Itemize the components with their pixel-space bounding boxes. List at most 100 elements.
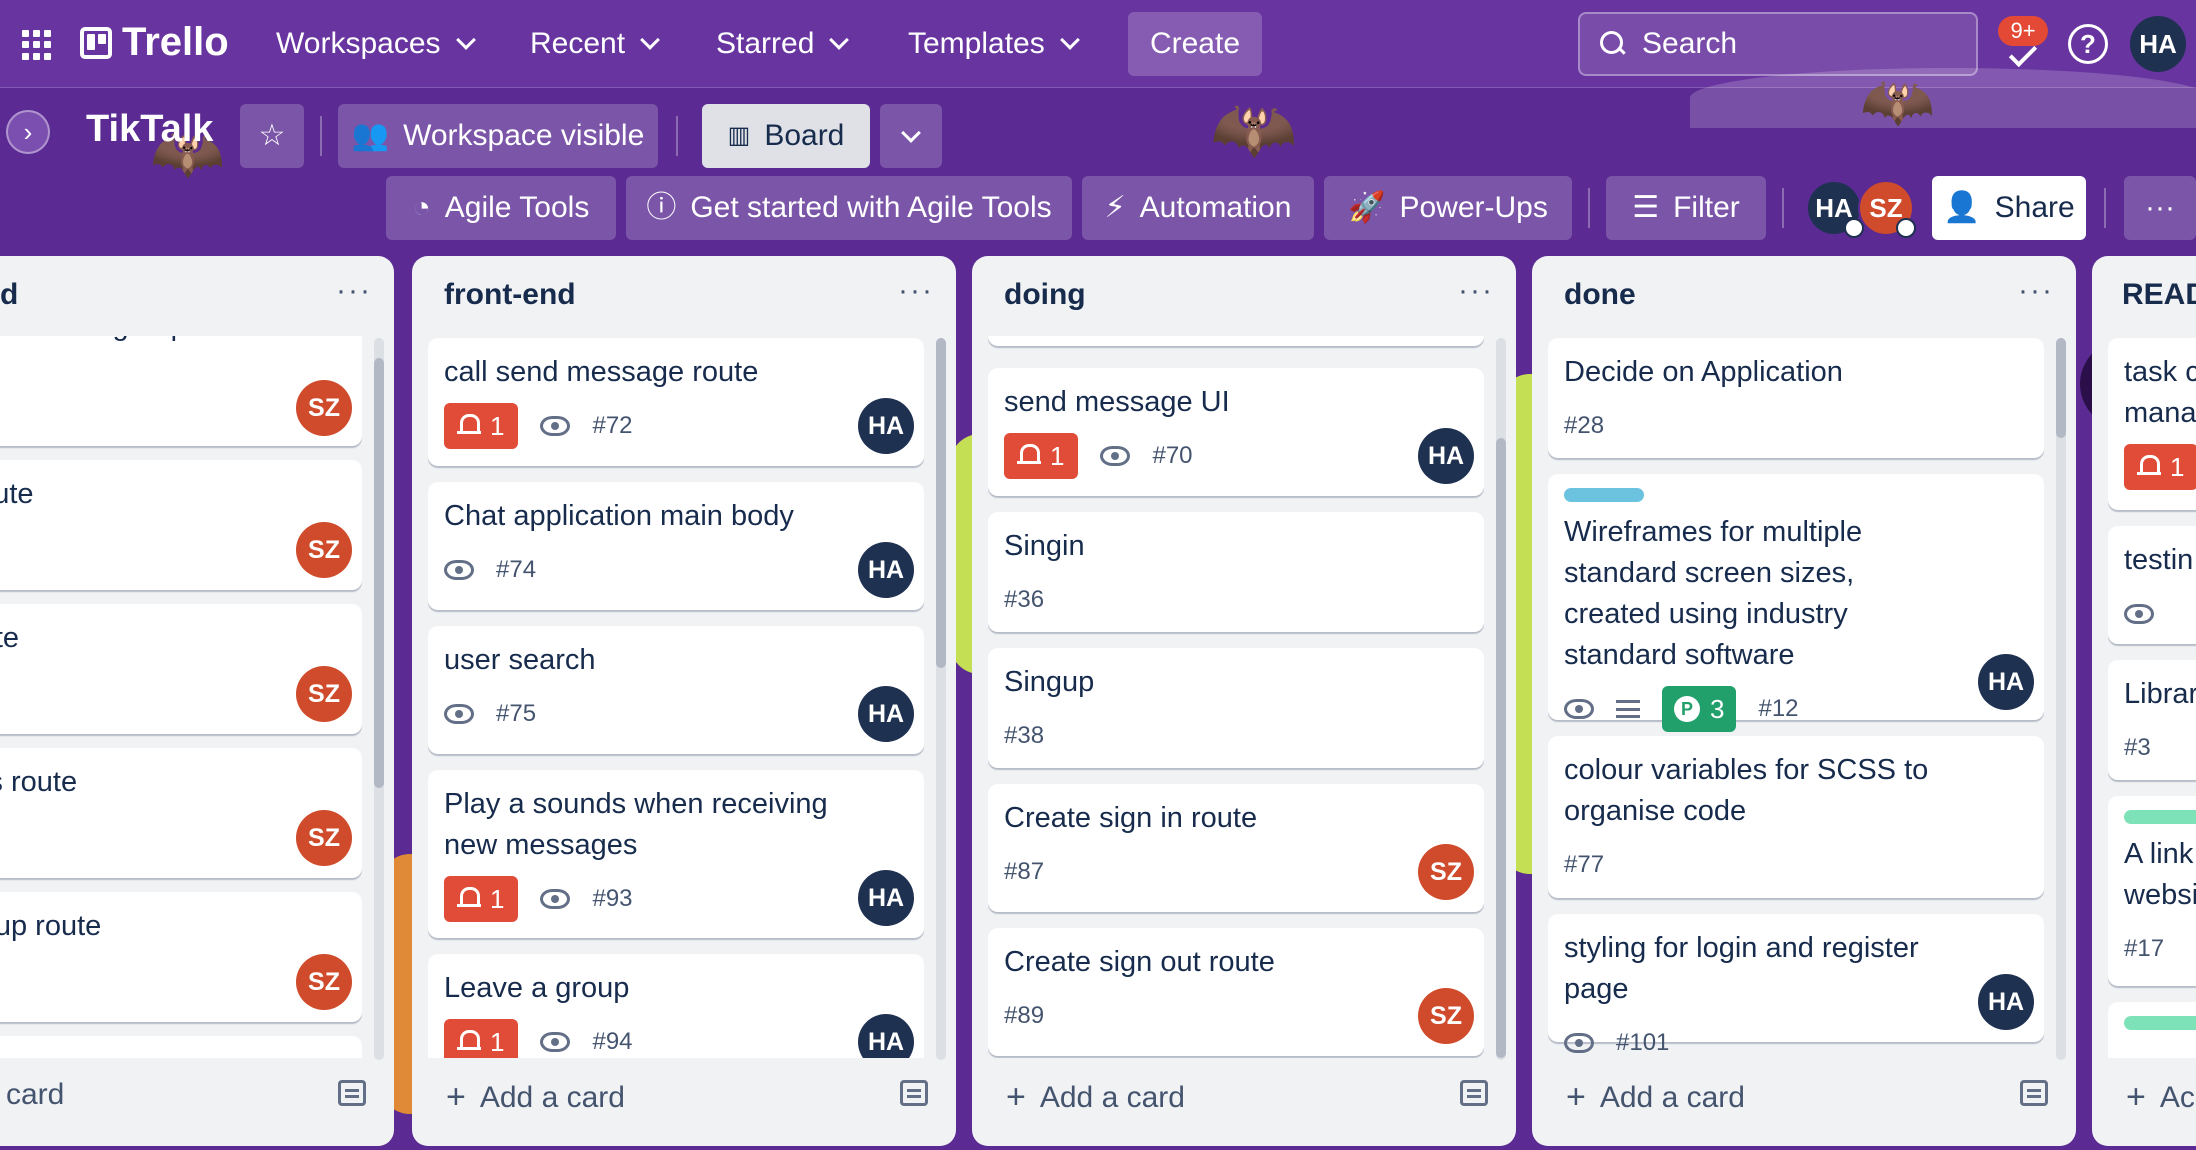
list-cards: call send message route 1 #72 HA Chat ap…	[428, 336, 924, 1058]
starred-menu[interactable]: Starred	[716, 18, 850, 70]
list-scrollbar[interactable]	[936, 338, 946, 1060]
card[interactable]: Wireframes for multiple standard screen …	[1548, 474, 2044, 732]
card[interactable]: Chat application main body #74 HA	[428, 482, 924, 610]
search-input[interactable]: Search	[1578, 12, 1978, 76]
card[interactable]: user search #75 HA	[428, 626, 924, 754]
card-title: ssage route	[0, 478, 34, 510]
list-title[interactable]: d	[0, 278, 18, 312]
list-menu-icon[interactable]: ···	[2018, 274, 2054, 308]
agile-tools-button[interactable]: ◔ Agile Tools	[386, 176, 616, 240]
add-card-button[interactable]: + Add a card	[1566, 1078, 1745, 1117]
card-member-avatar[interactable]: HA	[858, 542, 914, 598]
star-board-button[interactable]: ☆	[240, 104, 304, 168]
notifications-button[interactable]: 9+	[1998, 16, 2048, 72]
card-member-avatar[interactable]: HA	[858, 686, 914, 742]
account-avatar[interactable]: HA	[2130, 16, 2186, 72]
card-badges: #28	[1564, 403, 2028, 449]
list-scrollbar[interactable]	[374, 338, 384, 1060]
card-member-avatar[interactable]: HA	[858, 870, 914, 926]
card[interactable]: Decide on Application #28	[1548, 338, 2044, 458]
card[interactable]: A link websi #17	[2108, 796, 2196, 986]
card[interactable]: send message UI 1 #70 HA	[988, 368, 1484, 496]
card-member-avatar[interactable]: HA	[1978, 654, 2034, 710]
card-member-avatar[interactable]: SZ	[296, 522, 352, 578]
view-switcher-button[interactable]	[880, 104, 942, 168]
star-icon: ☆	[258, 119, 286, 152]
list-title[interactable]: READ	[2122, 278, 2196, 312]
list-menu-icon[interactable]: ···	[898, 274, 934, 308]
bell-icon	[2137, 455, 2161, 479]
filter-button[interactable]: ☰ Filter	[1606, 176, 1766, 240]
card-member-avatar[interactable]: SZ	[1418, 988, 1474, 1044]
card-template-icon[interactable]	[2020, 1080, 2048, 1106]
add-card-button[interactable]: + Add a card	[1006, 1078, 1185, 1117]
card-member-avatar[interactable]: SZ	[296, 666, 352, 722]
card[interactable]: Leave a group 1 #94 HA	[428, 954, 924, 1058]
workspaces-menu[interactable]: Workspaces	[276, 18, 476, 70]
templates-menu[interactable]: Templates	[908, 18, 1080, 70]
card[interactable]: Create sign in route #87 SZ	[988, 784, 1484, 912]
add-card-button[interactable]: card	[6, 1078, 64, 1112]
sidebar-toggle-button[interactable]: ›	[6, 110, 50, 154]
card-member-avatar[interactable]: HA	[1418, 428, 1474, 484]
visibility-button[interactable]: 👥 Workspace visible	[338, 104, 658, 168]
card-member-avatar[interactable]: SZ	[296, 810, 352, 866]
card[interactable]: essage, user and group n SZ	[0, 336, 362, 446]
card[interactable]: Singin #36	[988, 512, 1484, 632]
card[interactable]: story route SZ	[0, 604, 362, 734]
card-member-avatar[interactable]: SZ	[1418, 844, 1474, 900]
trello-logo[interactable]: Trello	[80, 20, 229, 65]
card-badges: #89	[1004, 993, 1468, 1039]
automation-button[interactable]: ⚡ Automation	[1082, 176, 1314, 240]
card[interactable]: Play a sounds when receiving new message…	[428, 770, 924, 938]
points-icon: P	[1674, 696, 1700, 722]
card-template-icon[interactable]	[900, 1080, 928, 1106]
card-template-icon[interactable]	[1460, 1080, 1488, 1106]
card-label[interactable]	[2124, 1016, 2196, 1030]
card[interactable]: elete group route SZ	[0, 892, 362, 1022]
board-view-button[interactable]: ▥ Board	[702, 104, 870, 168]
card[interactable]: ssage route SZ	[0, 460, 362, 590]
board-menu-button[interactable]: ···	[2124, 176, 2196, 240]
card-template-icon[interactable]	[338, 1080, 366, 1106]
card-label[interactable]	[1564, 488, 1644, 502]
card-member-avatar[interactable]: SZ	[296, 380, 352, 436]
card[interactable]	[988, 336, 1484, 346]
card-member-avatar[interactable]: SZ	[296, 954, 352, 1010]
card[interactable]: task c manag 1	[2108, 338, 2196, 510]
card[interactable]: call send message route 1 #72 HA	[428, 338, 924, 466]
list-scrollbar[interactable]	[1496, 338, 1506, 1060]
list-backend: d ··· essage, user and group n SZ ssage …	[0, 256, 394, 1146]
card[interactable]: et groups route SZ	[0, 748, 362, 878]
card-member-avatar[interactable]: HA	[1978, 974, 2034, 1030]
card-member-avatar[interactable]: HA	[858, 398, 914, 454]
list-title[interactable]: doing	[1004, 278, 1086, 312]
list-title[interactable]: front-end	[444, 278, 576, 312]
list-title[interactable]: done	[1564, 278, 1636, 312]
create-button[interactable]: Create	[1128, 12, 1262, 76]
member-avatar-ha[interactable]: HA	[1806, 180, 1864, 238]
list-scrollbar[interactable]	[2056, 338, 2066, 1060]
help-icon[interactable]: ?	[2068, 24, 2108, 64]
get-started-button[interactable]: ⓘ Get started with Agile Tools	[626, 176, 1072, 240]
card[interactable]: styling for login and register page #101…	[1548, 914, 2044, 1056]
share-button[interactable]: 👤 Share	[1932, 176, 2086, 240]
card[interactable]: Librar #3	[2108, 660, 2196, 780]
card-label[interactable]	[2124, 810, 2196, 824]
list-menu-icon[interactable]: ···	[336, 274, 372, 308]
app-switcher-icon[interactable]	[22, 30, 52, 60]
card[interactable]: Singup #38	[988, 648, 1484, 768]
list-menu-icon[interactable]: ···	[1458, 274, 1494, 308]
card[interactable]: testin	[2108, 526, 2196, 644]
card[interactable]	[0, 1036, 362, 1058]
board-title[interactable]: TikTalk	[86, 108, 213, 151]
add-card-button[interactable]: + Add a card	[446, 1078, 625, 1117]
recent-menu[interactable]: Recent	[530, 18, 660, 70]
card[interactable]: colour variables for SCSS to organise co…	[1548, 736, 2044, 898]
card[interactable]: Create sign out route #89 SZ	[988, 928, 1484, 1056]
card-title: story route	[0, 622, 19, 654]
add-card-button[interactable]: + Ac	[2126, 1078, 2195, 1117]
powerups-button[interactable]: 🚀 Power-Ups	[1324, 176, 1572, 240]
card[interactable]	[2108, 1002, 2196, 1058]
member-avatar-sz[interactable]: SZ	[1858, 180, 1916, 238]
